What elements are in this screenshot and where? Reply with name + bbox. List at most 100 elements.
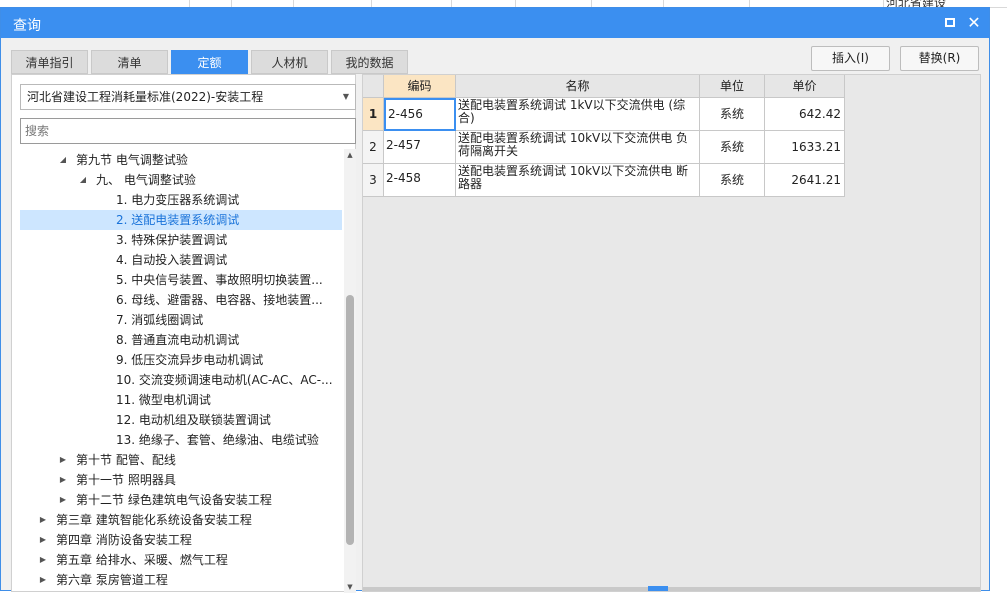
- tree-item[interactable]: 8. 普通直流电动机调试: [20, 330, 342, 350]
- cell-code[interactable]: 2-457: [384, 131, 456, 164]
- dialog-titlebar[interactable]: 查询 ✕: [1, 8, 989, 38]
- tree-item[interactable]: ◢ 第九节 电气调整试验: [20, 150, 342, 170]
- tree-item-label: 12. 电动机组及联锁装置调试: [116, 413, 271, 427]
- tree-item-label: 第四章 消防设备安装工程: [56, 533, 192, 547]
- tab-labor-material-machine[interactable]: 人材机: [251, 50, 328, 74]
- library-tree-panel: 河北省建设工程消耗量标准(2022)-安装工程 ▼ 搜索 ◢ 第九节 电气调整试验…: [11, 74, 356, 593]
- tree-item[interactable]: ▶ 第十一节 照明器具: [20, 470, 342, 490]
- tree-item-label: 3. 特殊保护装置调试: [116, 233, 228, 247]
- row-number[interactable]: 1: [363, 98, 384, 131]
- column-header-unit[interactable]: 单位: [700, 75, 765, 98]
- horizontal-scrollbar[interactable]: [363, 587, 980, 591]
- cell-code-text: 2-456: [388, 107, 423, 121]
- tree-item[interactable]: 2. 送配电装置系统调试: [20, 210, 342, 230]
- cell-name[interactable]: 送配电装置系统调试 10kV以下交流供电 负荷隔离开关: [456, 131, 700, 164]
- tree-item-label: 4. 自动投入装置调试: [116, 253, 228, 267]
- cell-name-text: 送配电装置系统调试 10kV以下交流供电 断路器: [458, 164, 689, 191]
- tree-item[interactable]: ▶ 第十节 配管、配线: [20, 450, 342, 470]
- tab-quota[interactable]: 定额: [171, 50, 248, 74]
- cell-unit[interactable]: 系统: [700, 131, 765, 164]
- chapter-tree: ◢ 第九节 电气调整试验 ◢ 九、 电气调整试验 1. 电力变压器系统调试 2. 送配电装…: [20, 149, 342, 593]
- maximize-icon: [945, 18, 955, 27]
- tree-item[interactable]: 7. 消弧线圈调试: [20, 310, 342, 330]
- tree-item[interactable]: ▶ 第十二节 绿色建筑电气设备安装工程: [20, 490, 342, 510]
- insert-button[interactable]: 插入(I): [811, 46, 890, 71]
- row-number[interactable]: 3: [363, 164, 384, 197]
- cell-price[interactable]: 1633.21: [765, 131, 845, 164]
- expand-arrow-icon[interactable]: ▶: [38, 550, 48, 570]
- tab-my-data[interactable]: 我的数据: [331, 50, 408, 74]
- splitter-grip[interactable]: [648, 586, 668, 591]
- query-dialog: 查询 ✕ 清单指引 清单 定额 人材机 我的数据 插入(I) 替换(R) 河北省…: [0, 7, 990, 593]
- tree-item[interactable]: ▶ 第三章 建筑智能化系统设备安装工程: [20, 510, 342, 530]
- column-header-price[interactable]: 单价: [765, 75, 845, 98]
- tree-scrollbar[interactable]: ▲ ▼: [344, 149, 356, 593]
- column-header-code[interactable]: 编码: [384, 75, 456, 98]
- tree-item[interactable]: 1. 电力变压器系统调试: [20, 190, 342, 210]
- cell-unit[interactable]: 系统: [700, 164, 765, 197]
- tree-item-label: 第十一节 照明器具: [76, 473, 176, 487]
- tree-item-label: 第三章 建筑智能化系统设备安装工程: [56, 513, 252, 527]
- tree-item[interactable]: 6. 母线、避雷器、电容器、接地装置...: [20, 290, 342, 310]
- library-select[interactable]: 河北省建设工程消耗量标准(2022)-安装工程 ▼: [20, 84, 356, 110]
- tree-item[interactable]: ▶ 第六章 泵房管道工程: [20, 570, 342, 590]
- grid-corner: [363, 75, 384, 98]
- tree-item[interactable]: ▶ 第四章 消防设备安装工程: [20, 530, 342, 550]
- tree-item-label: 10. 交流变频调速电动机(AC-AC、AC-...: [116, 373, 333, 387]
- expand-arrow-icon[interactable]: ▶: [38, 510, 48, 530]
- tree-item-label: 13. 绝缘子、套管、绝缘油、电缆试验: [116, 433, 319, 447]
- tree-item[interactable]: 12. 电动机组及联锁装置调试: [20, 410, 342, 430]
- maximize-button[interactable]: [940, 13, 960, 33]
- cell-code[interactable]: 2-456: [384, 98, 456, 131]
- tree-item-label: 2. 送配电装置系统调试: [116, 213, 240, 227]
- cell-name-text: 送配电装置系统调试 10kV以下交流供电 负荷隔离开关: [458, 131, 689, 158]
- library-select-value: 河北省建设工程消耗量标准(2022)-安装工程: [27, 90, 264, 104]
- tree-item-label: 5. 中央信号装置、事故照明切换装置...: [116, 273, 323, 287]
- tree-item-label: 第五章 给排水、采暖、燃气工程: [56, 553, 228, 567]
- tree-item-label: 9. 低压交流异步电动机调试: [116, 353, 264, 367]
- search-input[interactable]: 搜索: [20, 118, 356, 144]
- replace-button[interactable]: 替换(R): [900, 46, 979, 71]
- cell-code[interactable]: 2-458: [384, 164, 456, 197]
- tree-item-label: 11. 微型电机调试: [116, 393, 211, 407]
- expand-arrow-icon[interactable]: ▶: [58, 490, 68, 510]
- collapse-arrow-icon[interactable]: ◢: [58, 150, 68, 170]
- tree-item-label: 九、 电气调整试验: [96, 173, 196, 187]
- tree-item[interactable]: 4. 自动投入装置调试: [20, 250, 342, 270]
- expand-arrow-icon[interactable]: ▶: [38, 530, 48, 550]
- row-number[interactable]: 2: [363, 131, 384, 164]
- expand-arrow-icon[interactable]: ▶: [38, 570, 48, 590]
- collapse-arrow-icon[interactable]: ◢: [78, 170, 88, 190]
- cell-price[interactable]: 642.42: [765, 98, 845, 131]
- close-button[interactable]: ✕: [964, 13, 984, 33]
- tree-item-label: 8. 普通直流电动机调试: [116, 333, 240, 347]
- tree-item[interactable]: 5. 中央信号装置、事故照明切换装置...: [20, 270, 342, 290]
- tree-item-label: 第九节 电气调整试验: [76, 153, 188, 167]
- tree-item[interactable]: 13. 绝缘子、套管、绝缘油、电缆试验: [20, 430, 342, 450]
- expand-arrow-icon[interactable]: ▶: [58, 450, 68, 470]
- tree-item[interactable]: ▶ 第五章 给排水、采暖、燃气工程: [20, 550, 342, 570]
- scrollbar-thumb[interactable]: [346, 295, 354, 545]
- tree-item[interactable]: ◢ 九、 电气调整试验: [20, 170, 342, 190]
- tree-item[interactable]: 10. 交流变频调速电动机(AC-AC、AC-...: [20, 370, 342, 390]
- scroll-down-icon[interactable]: ▼: [344, 581, 356, 593]
- close-icon: ✕: [967, 13, 981, 32]
- cell-code-text: 2-457: [386, 138, 421, 152]
- tree-item-label: 1. 电力变压器系统调试: [116, 193, 240, 207]
- cell-name[interactable]: 送配电装置系统调试 1kV以下交流供电 (综合): [456, 98, 700, 131]
- tree-item[interactable]: 9. 低压交流异步电动机调试: [20, 350, 342, 370]
- tree-item[interactable]: 11. 微型电机调试: [20, 390, 342, 410]
- cell-name[interactable]: 送配电装置系统调试 10kV以下交流供电 断路器: [456, 164, 700, 197]
- tree-item-label: 第十节 配管、配线: [76, 453, 176, 467]
- scroll-up-icon[interactable]: ▲: [344, 149, 356, 161]
- expand-arrow-icon[interactable]: ▶: [58, 470, 68, 490]
- dialog-title: 查询: [13, 18, 41, 34]
- tree-item-label: 第六章 泵房管道工程: [56, 573, 168, 587]
- cell-price[interactable]: 2641.21: [765, 164, 845, 197]
- cell-unit[interactable]: 系统: [700, 98, 765, 131]
- tree-item[interactable]: 3. 特殊保护装置调试: [20, 230, 342, 250]
- column-header-name[interactable]: 名称: [456, 75, 700, 98]
- tab-bill-guide[interactable]: 清单指引: [11, 50, 88, 74]
- cell-name-text: 送配电装置系统调试 1kV以下交流供电 (综合): [458, 98, 686, 125]
- tab-bill[interactable]: 清单: [91, 50, 168, 74]
